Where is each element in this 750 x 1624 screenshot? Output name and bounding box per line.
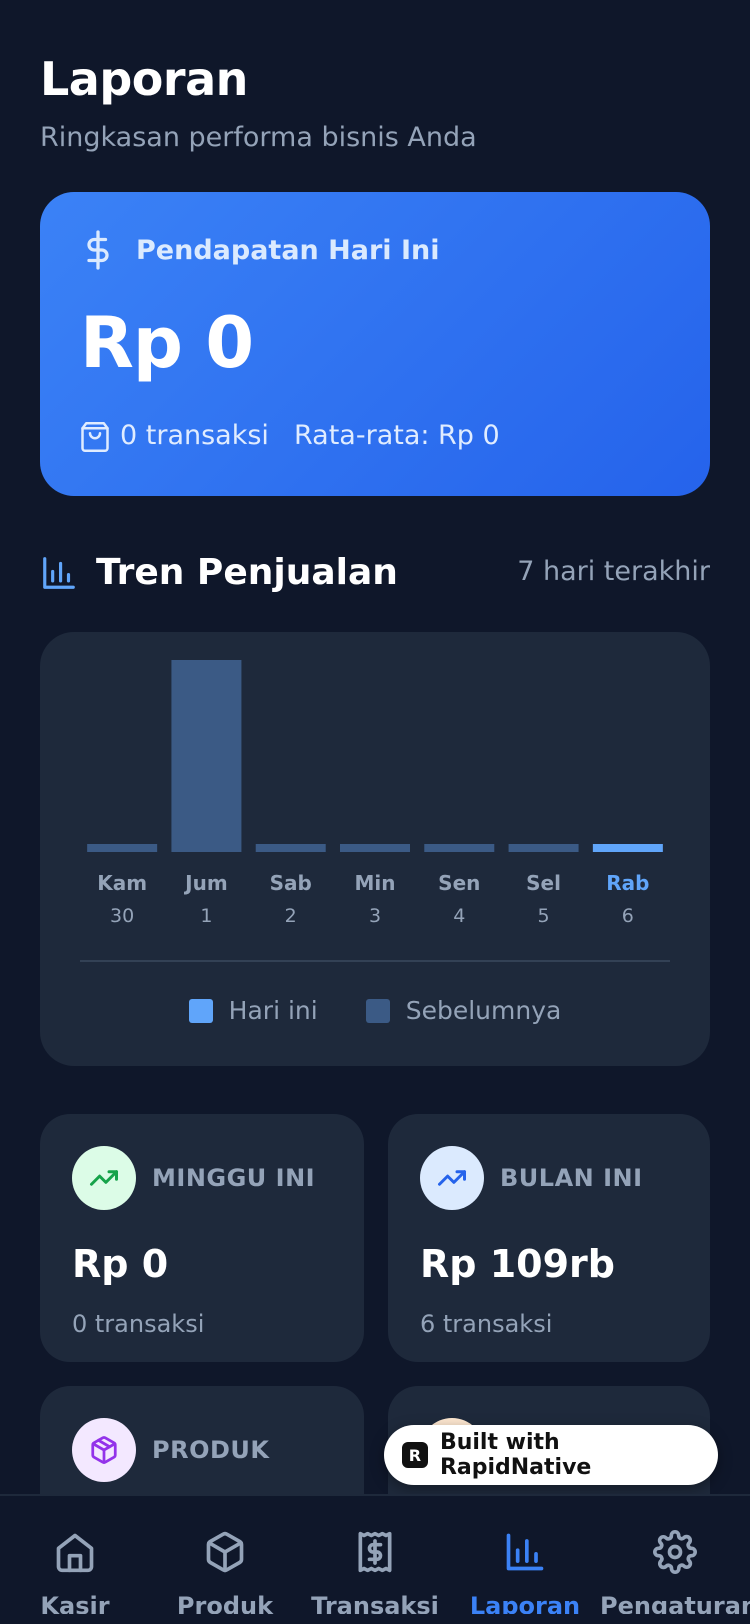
built-with-badge[interactable]: R Built with RapidNative (384, 1425, 718, 1485)
package-icon (91, 1436, 117, 1464)
chart-tick-label: Kam (97, 871, 147, 895)
chart-tick-label: Sab (270, 871, 312, 895)
chart-bar (87, 844, 158, 852)
chart-bar (424, 844, 495, 852)
chart-bar (255, 844, 326, 852)
dollar-icon (87, 230, 109, 270)
bottom-nav: Kasir Produk Transaksi Laporan Pengatura… (0, 1494, 750, 1624)
stat-icon-circle (72, 1146, 136, 1210)
bar-chart-icon (506, 1533, 544, 1571)
revenue-label: Pendapatan Hari Ini (136, 235, 440, 266)
trending-up-icon (438, 1170, 466, 1186)
shopping-bag-icon (81, 422, 109, 452)
package-icon (206, 1531, 244, 1573)
revenue-average: Rata-rata: Rp 0 (294, 420, 500, 451)
gear-icon (653, 1530, 697, 1574)
nav-item-transaksi[interactable]: Transaksi (300, 1496, 450, 1624)
receipt-icon (358, 1531, 392, 1573)
chart-bar (340, 844, 410, 852)
nav-item-produk[interactable]: Produk (150, 1496, 300, 1624)
stat-label: MINGGU INI (152, 1164, 316, 1192)
nav-label: Produk (176, 1592, 274, 1614)
revenue-transactions: 0 transaksi (120, 420, 269, 451)
stat-sub: 0 transaksi (72, 1310, 205, 1338)
legend-label-previous: Sebelumnya (405, 996, 562, 1025)
chart-date-label: 4 (453, 905, 465, 927)
trending-up-icon (90, 1170, 118, 1186)
nav-label: Transaksi (311, 1592, 439, 1614)
legend-item-previous: Sebelumnya (365, 996, 562, 1025)
nav-item-kasir[interactable]: Kasir (0, 1496, 150, 1624)
chart-tick-label: Jum (183, 871, 228, 895)
chart-legend: Hari ini Sebelumnya (40, 996, 710, 1025)
sales-trend-chart: Kam 30 Jum 1 Sab 2 Min 3 Sen 4 Sel 5 Rab 6 (87, 660, 663, 927)
bar-chart-icon (43, 557, 75, 589)
nav-label: Pengaturan (600, 1592, 750, 1614)
chart-date-label: 6 (622, 905, 634, 927)
chart-divider (80, 960, 670, 962)
stat-card-month[interactable]: BULAN INI Rp 109rb 6 transaksi (388, 1114, 710, 1362)
chart-date-label: 3 (369, 905, 381, 927)
rapidnative-logo-icon: R (402, 1442, 428, 1468)
reports-screen: Laporan Ringkasan performa bisnis Anda P… (0, 0, 750, 1624)
chart-date-label: 1 (200, 905, 212, 927)
today-revenue-card[interactable]: Pendapatan Hari Ini Rp 0 0 transaksi Rat… (40, 192, 710, 496)
page-title: Laporan (40, 52, 248, 106)
stat-value: Rp 109rb (420, 1242, 615, 1286)
nav-item-pengaturan[interactable]: Pengaturan (600, 1496, 750, 1624)
section-title: Tren Penjualan (96, 552, 398, 593)
chart-date-label: 30 (110, 905, 134, 927)
legend-swatch-today (188, 998, 213, 1023)
nav-label: Kasir (40, 1592, 110, 1614)
chart-tick-label: Sel (526, 871, 561, 895)
chart-tick-label: Sen (438, 871, 480, 895)
chart-date-label: 5 (538, 905, 550, 927)
home-icon (56, 1533, 94, 1573)
chart-tick-label: Min (355, 871, 396, 895)
stat-icon-circle (420, 1146, 484, 1210)
nav-item-laporan[interactable]: Laporan (450, 1496, 600, 1624)
sales-trend-card: Kam 30 Jum 1 Sab 2 Min 3 Sen 4 Sel 5 Rab 6 Hari ini S… (40, 632, 710, 1066)
section-range: 7 hari terakhir (517, 556, 710, 587)
revenue-amount: Rp 0 (80, 302, 254, 384)
chart-date-label: 2 (285, 905, 297, 927)
stat-value: Rp 0 (72, 1242, 169, 1286)
nav-label: Laporan (469, 1592, 581, 1614)
badge-text: Built with RapidNative (439, 1430, 592, 1480)
chart-bar (171, 660, 242, 852)
page-subtitle: Ringkasan performa bisnis Anda (40, 122, 477, 153)
stat-label: PRODUK (152, 1436, 270, 1464)
legend-label-today: Hari ini (228, 996, 318, 1025)
stat-label: BULAN INI (500, 1164, 643, 1192)
chart-bar (592, 844, 663, 852)
stat-icon-circle (72, 1418, 136, 1482)
legend-item-today: Hari ini (188, 996, 318, 1025)
stat-sub: 6 transaksi (420, 1310, 553, 1338)
legend-swatch-previous (365, 998, 390, 1023)
stat-card-week[interactable]: MINGGU INI Rp 0 0 transaksi (40, 1114, 364, 1362)
chart-bar (508, 844, 579, 852)
chart-tick-label: Rab (606, 871, 649, 895)
